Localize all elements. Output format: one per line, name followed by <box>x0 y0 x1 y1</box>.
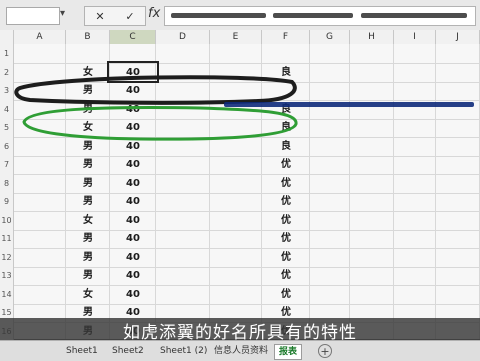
sheet-tab[interactable]: Sheet1 (2) <box>156 344 211 358</box>
sheet-tab[interactable]: Sheet1 <box>62 344 102 358</box>
sheet-tab-bar: + Sheet1 Sheet2 Sheet1 (2) 信息人员资料 报表 <box>0 340 480 361</box>
callout-text-blurred <box>224 99 474 110</box>
green-highlight-oval <box>22 106 298 141</box>
sheet-tab[interactable]: 报表 <box>274 344 303 360</box>
annotation-layer <box>14 61 298 141</box>
sheet-tab[interactable]: 信息人员资料 <box>210 344 272 358</box>
add-sheet-icon[interactable]: + <box>318 344 332 358</box>
sheet-tab[interactable]: Sheet2 <box>108 344 148 358</box>
